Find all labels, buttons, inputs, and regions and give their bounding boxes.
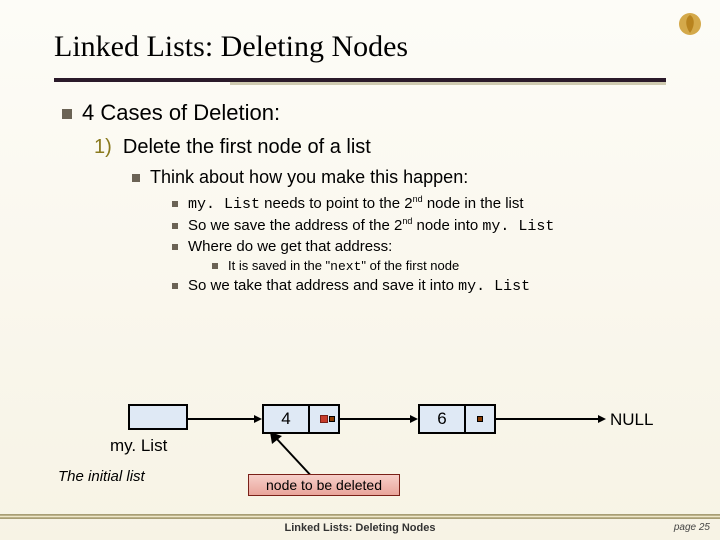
point-2: So we save the address of the 2nd node i… [172, 216, 662, 235]
node-1: 4 [262, 404, 340, 434]
initial-list-label: The initial list [58, 468, 145, 485]
mylist-label: my. List [110, 436, 167, 456]
think-line: Think about how you make this happen: [132, 167, 662, 188]
mylist-box [128, 404, 188, 430]
footer-title: Linked Lists: Deleting Nodes [0, 522, 720, 534]
point-5-code: my. List [458, 278, 530, 295]
node-2-value: 6 [420, 406, 464, 432]
square-bullet-icon [132, 174, 140, 182]
delete-label-box: node to be deleted [248, 474, 400, 496]
node-2: 6 [418, 404, 496, 434]
point-3: Where do we get that address: [172, 238, 662, 255]
cases-heading: 4 Cases of Deletion: [62, 100, 662, 126]
title-subrule [230, 82, 666, 85]
footer: Linked Lists: Deleting Nodes page 25 [0, 514, 720, 538]
footer-page: page 25 [674, 522, 710, 533]
arrow-icon [496, 414, 606, 424]
point-4-c: " of the first node [361, 258, 459, 273]
point-2-mid: node into [412, 217, 482, 234]
point-4-code: next [330, 259, 361, 274]
point-4-a: It is saved in the " [228, 258, 330, 273]
node-2-ptr [464, 406, 494, 432]
dot-icon [477, 416, 483, 422]
square-bullet-icon [172, 283, 178, 289]
point-5: So we take that address and save it into… [172, 277, 662, 295]
node-1-value: 4 [264, 406, 308, 432]
ordinal-sup: nd [402, 216, 412, 226]
footer-rule [0, 514, 720, 519]
content: 4 Cases of Deletion: 1) Delete the first… [62, 100, 662, 298]
square-bullet-icon [172, 201, 178, 207]
slide: Linked Lists: Deleting Nodes 4 Cases of … [0, 0, 720, 540]
cases-heading-text: 4 Cases of Deletion: [82, 100, 280, 125]
point-2-code: my. List [482, 218, 554, 235]
point-1-tail: node in the list [423, 195, 524, 212]
point-5-text: So we take that address and save it into [188, 277, 458, 294]
node-1-ptr [308, 406, 338, 432]
arrow-icon [188, 414, 262, 424]
dot-icon [329, 416, 335, 422]
delete-label: node to be deleted [266, 477, 382, 493]
point-1-text: needs to point to the 2 [260, 195, 413, 212]
case-1: 1) Delete the first node of a list [94, 136, 662, 159]
null-label: NULL [610, 410, 653, 430]
point-1: my. List needs to point to the 2nd node … [172, 194, 662, 213]
think-text: Think about how you make this happen: [150, 167, 468, 187]
square-bullet-icon [172, 244, 178, 250]
slide-title: Linked Lists: Deleting Nodes [54, 30, 408, 64]
square-bullet-icon [172, 223, 178, 229]
red-square-icon [320, 415, 328, 423]
square-bullet-icon [62, 109, 72, 119]
square-bullet-icon [212, 263, 218, 269]
arrow-icon [340, 414, 418, 424]
point-1-code: my. List [188, 196, 260, 213]
case-1-num: 1) [94, 136, 112, 158]
logo-icon [678, 12, 702, 36]
point-3-text: Where do we get that address: [188, 238, 392, 255]
point-2-text: So we save the address of the 2 [188, 217, 402, 234]
case-1-text: Delete the first node of a list [123, 136, 371, 158]
point-4: It is saved in the "next" of the first n… [212, 258, 662, 274]
ordinal-sup: nd [413, 194, 423, 204]
